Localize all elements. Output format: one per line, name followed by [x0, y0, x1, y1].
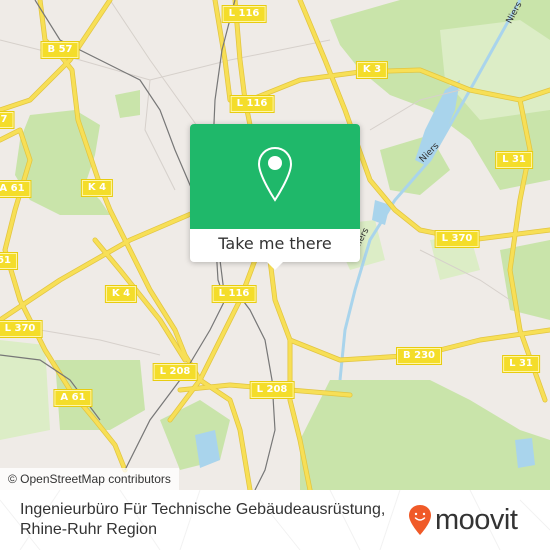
park-area	[115, 90, 140, 118]
place-name: Ingenieurbüro Für Technische Gebäudeausr…	[20, 500, 385, 540]
footer: Ingenieurbüro Für Technische Gebäudeausr…	[0, 490, 550, 550]
road-label-l116: L 116	[222, 6, 266, 22]
park-area	[500, 240, 550, 320]
lake	[515, 438, 535, 468]
road-label-l370: L 370	[435, 231, 479, 247]
place-name-line1: Ingenieurbüro Für Technische Gebäudeausr…	[20, 501, 386, 518]
map-view[interactable]: L 116 B 57 K 3 L 116 7 L 31 A 61 K 4 L 3…	[0, 0, 550, 490]
map-attribution[interactable]: © OpenStreetMap contributors	[0, 468, 179, 490]
road-label-l116: L 116	[230, 96, 274, 112]
moovit-wordmark: moovit	[435, 504, 518, 536]
road-label-l208: L 208	[250, 382, 294, 398]
road-label-l31: L 31	[496, 152, 532, 168]
park-area	[300, 380, 550, 490]
road-label-k4: K 4	[81, 180, 113, 196]
road-label-a61: A 61	[0, 181, 31, 197]
minor-road	[144, 79, 176, 191]
minor-road	[39, 329, 161, 356]
road-label-l370: L 370	[0, 321, 42, 337]
take-me-there-button[interactable]: Take me there	[190, 229, 360, 262]
road-label-a61: A 61	[54, 390, 92, 406]
road-label-l31: L 31	[503, 356, 539, 372]
place-name-line2: Rhine-Ruhr Region	[20, 521, 157, 538]
moovit-logo[interactable]: moovit	[408, 503, 518, 537]
road-label-l116: L 116	[212, 286, 256, 302]
park-area	[0, 340, 50, 440]
location-popup[interactable]: Take me there	[190, 124, 360, 270]
popup-pointer	[267, 262, 283, 270]
road-label-k4: K 4	[105, 286, 137, 302]
road-label-k3: K 3	[356, 62, 388, 78]
road-label-l208: L 208	[153, 364, 197, 380]
road-label-a57-partial: 7	[0, 112, 14, 128]
popup-header	[190, 124, 360, 229]
road-label-b57: B 57	[41, 42, 79, 58]
road-label-b230: B 230	[397, 348, 441, 364]
moovit-pin-smile-icon	[409, 505, 431, 535]
map-pin-icon	[257, 146, 293, 202]
road-label-a61-partial: 61	[0, 253, 17, 269]
